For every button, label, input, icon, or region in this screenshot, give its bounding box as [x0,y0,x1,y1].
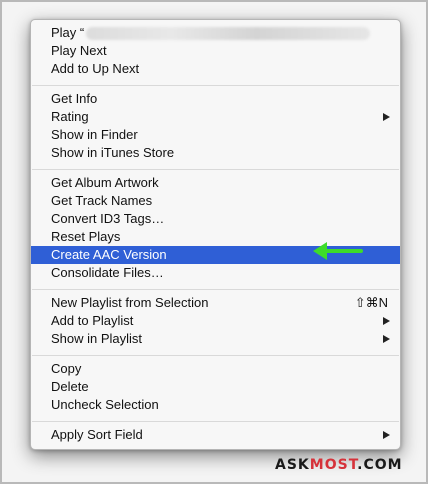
menu-item-label: Get Album Artwork [51,175,159,190]
menu-item-label: Delete [51,379,89,394]
submenu-arrow-icon [383,335,390,343]
submenu-arrow-icon [383,431,390,439]
menu-item-label: Apply Sort Field [51,427,143,442]
submenu-arrow-icon [383,113,390,121]
menu-item-show-in-playlist[interactable]: Show in Playlist [31,330,400,348]
watermark-text-com: .COM [357,457,403,473]
menu-item-label: Rating [51,109,89,124]
menu-item-label: Uncheck Selection [51,397,159,412]
menu-item-get-track-names[interactable]: Get Track Names [31,192,400,210]
menu-item-consolidate-files[interactable]: Consolidate Files… [31,264,400,282]
menu-separator [32,169,399,170]
menu-item-convert-id3-tags[interactable]: Convert ID3 Tags… [31,210,400,228]
menu-item-play-next[interactable]: Play Next [31,42,400,60]
menu-item-add-to-playlist[interactable]: Add to Playlist [31,312,400,330]
menu-item-uncheck-selection[interactable]: Uncheck Selection [31,396,400,414]
menu-item-label: Show in Playlist [51,331,143,346]
menu-item-label: Add to Up Next [51,61,140,76]
submenu-arrow-icon [383,317,390,325]
menu-separator [32,85,399,86]
menu-item-apply-sort-field[interactable]: Apply Sort Field [31,426,400,444]
context-menu: Play “ Play Next Add to Up Next Get Info… [30,19,401,450]
menu-item-label: Consolidate Files… [51,265,164,280]
watermark-text-most: MOST [309,457,358,473]
menu-item-copy[interactable]: Copy [31,360,400,378]
menu-item-show-in-finder[interactable]: Show in Finder [31,126,400,144]
menu-item-label: New Playlist from Selection [51,295,209,310]
menu-item-play[interactable]: Play “ [31,24,400,42]
keyboard-shortcut: ⇧⌘N [354,295,388,310]
menu-item-show-in-itunes-store[interactable]: Show in iTunes Store [31,144,400,162]
menu-separator [32,355,399,356]
menu-item-label: Copy [51,361,82,376]
obscured-track-title [86,27,371,41]
askmost-watermark-logo: ASKMOST.COM [275,457,403,473]
menu-item-label: Convert ID3 Tags… [51,211,165,226]
menu-separator [32,421,399,422]
menu-item-label: Play Next [51,43,107,58]
annotation-arrow-icon [313,242,363,260]
menu-item-label: Show in iTunes Store [51,145,175,160]
menu-item-get-album-artwork[interactable]: Get Album Artwork [31,174,400,192]
menu-item-label: Reset Plays [51,229,121,244]
watermark-text-ask: ASK [275,457,310,473]
menu-item-new-playlist-from-selection[interactable]: New Playlist from Selection ⇧⌘N [31,294,400,312]
menu-item-label: Create AAC Version [51,247,167,262]
menu-item-label: Get Track Names [51,193,153,208]
menu-item-label: Get Info [51,91,98,106]
menu-item-label: Add to Playlist [51,313,134,328]
screenshot-frame: Play “ Play Next Add to Up Next Get Info… [2,2,426,482]
menu-separator [32,289,399,290]
menu-item-add-to-up-next[interactable]: Add to Up Next [31,60,400,78]
menu-item-delete[interactable]: Delete [31,378,400,396]
menu-item-label: Play “ [51,25,85,40]
menu-item-rating[interactable]: Rating [31,108,400,126]
menu-item-label: Show in Finder [51,127,138,142]
menu-item-get-info[interactable]: Get Info [31,90,400,108]
